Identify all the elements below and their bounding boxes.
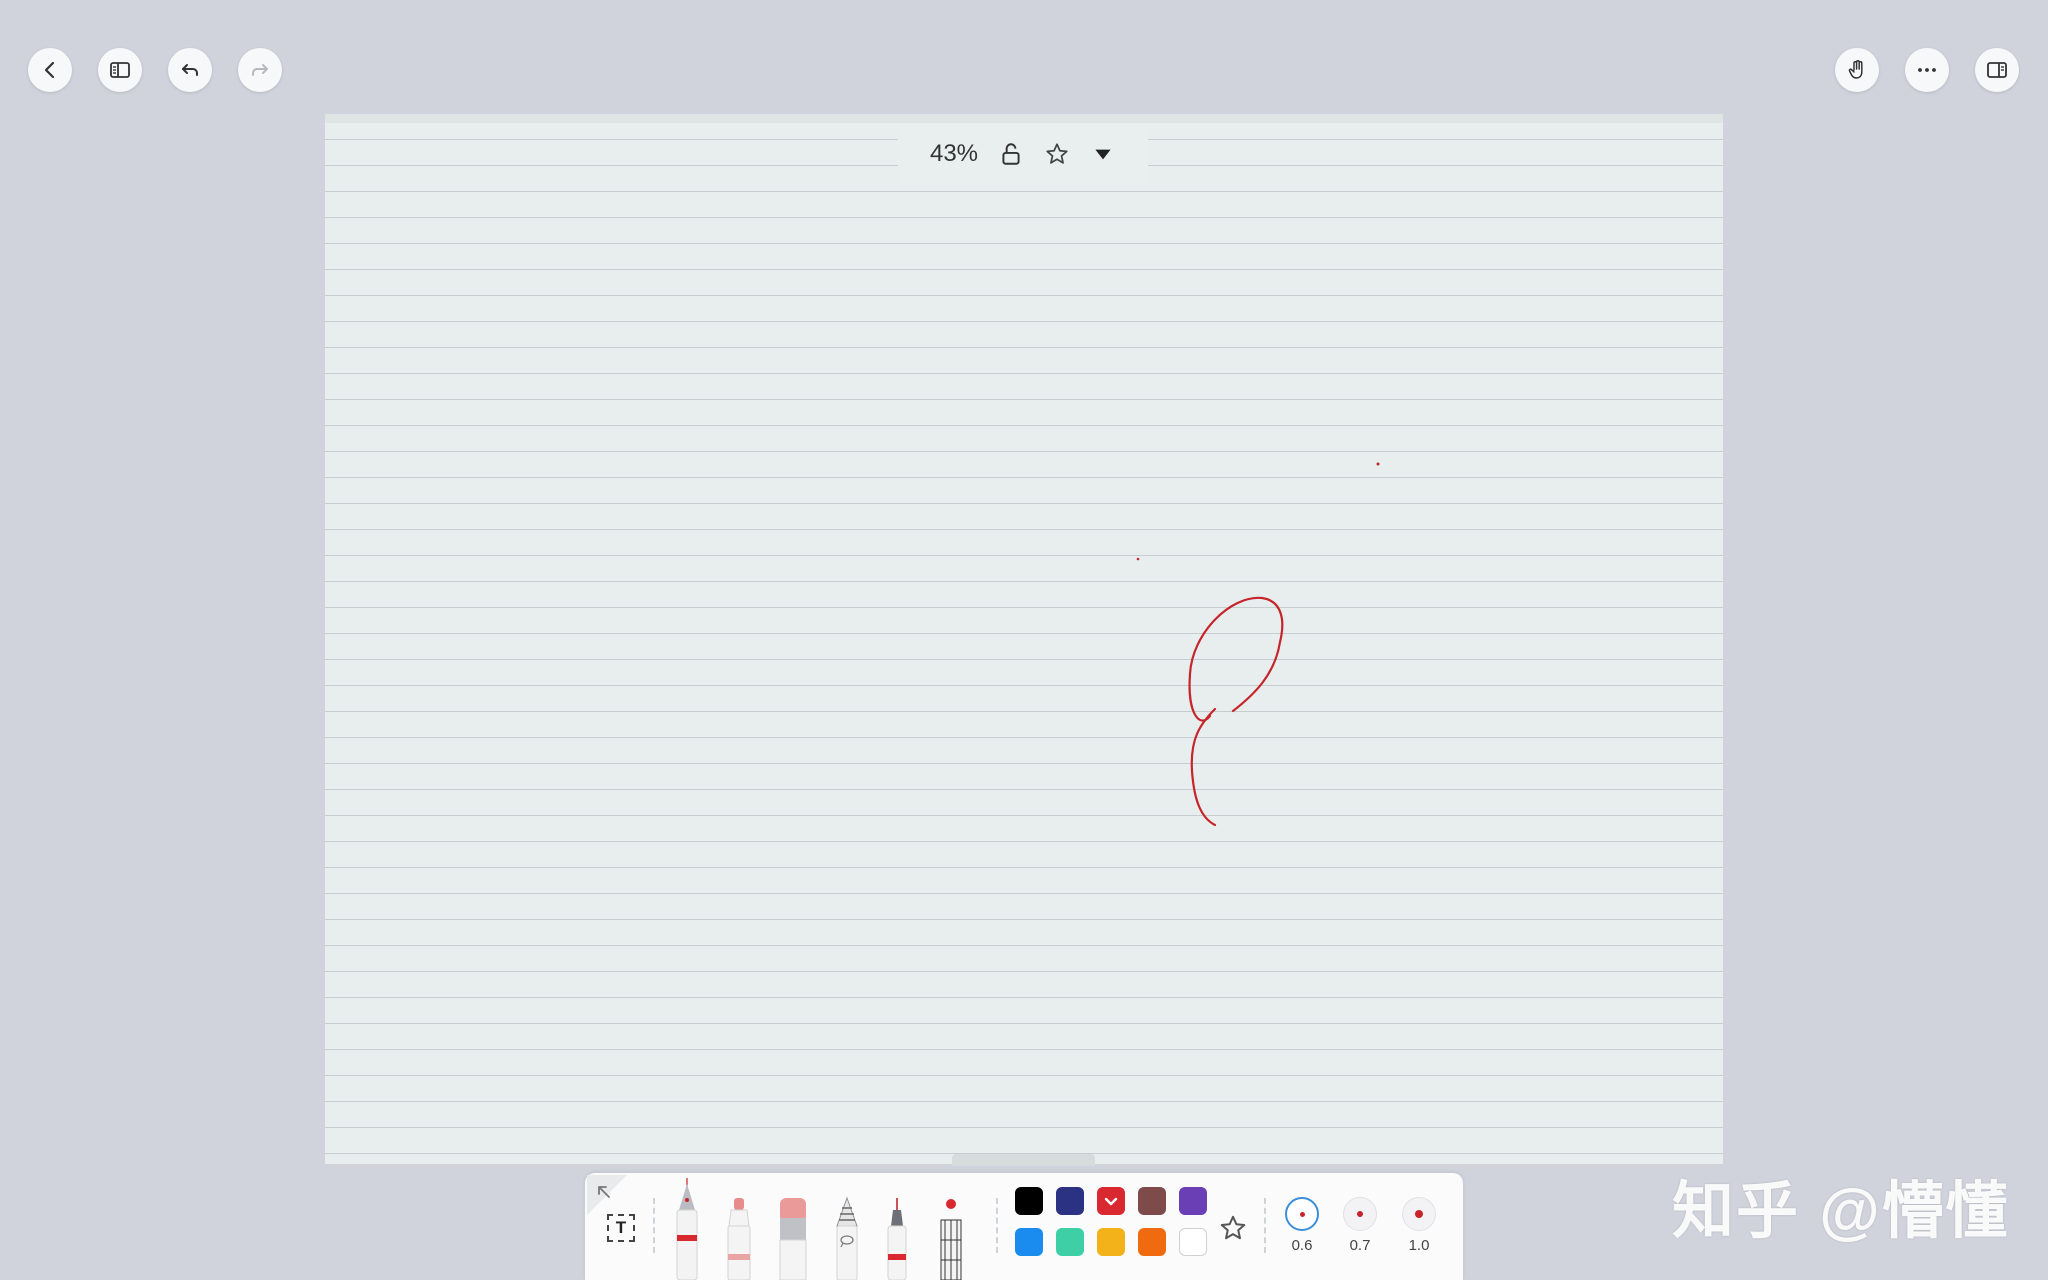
collapse-toolbar-icon[interactable] bbox=[587, 1175, 627, 1215]
more-button[interactable] bbox=[1905, 48, 1949, 92]
marker-tool[interactable] bbox=[723, 1196, 755, 1280]
note-canvas[interactable] bbox=[325, 114, 1723, 1166]
ink-dot bbox=[1136, 557, 1140, 561]
stroke-size-label: 0.7 bbox=[1349, 1237, 1371, 1254]
toolbar-divider bbox=[653, 1198, 655, 1253]
star-icon[interactable] bbox=[1044, 141, 1070, 167]
favorite-colors-star-icon[interactable] bbox=[1218, 1213, 1248, 1243]
right-panel-button[interactable] bbox=[1975, 48, 2019, 92]
color-swatch[interactable] bbox=[1015, 1187, 1043, 1215]
color-swatch[interactable] bbox=[1179, 1187, 1207, 1215]
undo-button[interactable] bbox=[168, 48, 212, 92]
stroke-size-option[interactable]: 1.0 bbox=[1399, 1197, 1439, 1254]
fountain-pen-tool[interactable] bbox=[671, 1176, 703, 1280]
color-swatch[interactable] bbox=[1015, 1228, 1043, 1256]
hand-tool-button[interactable] bbox=[1835, 48, 1879, 92]
hand-tool-icon bbox=[1848, 60, 1863, 79]
toolbar-divider bbox=[1264, 1198, 1266, 1253]
selected-check-icon bbox=[1097, 1187, 1125, 1215]
unlock-icon[interactable] bbox=[998, 141, 1024, 167]
toolbar-divider bbox=[996, 1198, 998, 1253]
color-swatch[interactable] bbox=[1097, 1187, 1125, 1215]
text-tool-label: T bbox=[615, 1218, 627, 1237]
notes-app: 43% T 0.6 0.7 1.0 知乎 @懵懂 bbox=[0, 0, 2048, 1280]
ruler-laser-tool[interactable] bbox=[935, 1196, 967, 1280]
color-swatch[interactable] bbox=[1097, 1228, 1125, 1256]
pencil-lasso-tool[interactable] bbox=[831, 1196, 863, 1280]
pen-toolbar: T 0.6 0.7 1.0 bbox=[585, 1173, 1463, 1280]
undo-icon bbox=[182, 64, 198, 76]
text-tool-button[interactable]: T bbox=[607, 1214, 635, 1242]
stroke-size-circle bbox=[1285, 1197, 1319, 1231]
back-button[interactable] bbox=[28, 48, 72, 92]
redo-button[interactable] bbox=[238, 48, 282, 92]
redo-icon bbox=[252, 64, 268, 76]
color-swatch[interactable] bbox=[1179, 1228, 1207, 1256]
stroke-size-option[interactable]: 0.6 bbox=[1282, 1197, 1322, 1254]
stroke-size-option[interactable]: 0.7 bbox=[1340, 1197, 1380, 1254]
stroke-size-circle bbox=[1402, 1197, 1436, 1231]
stroke-size-label: 0.6 bbox=[1291, 1237, 1313, 1254]
color-swatch[interactable] bbox=[1056, 1187, 1084, 1215]
page-scroll-handle[interactable] bbox=[952, 1154, 1095, 1166]
zoom-bar: 43% bbox=[898, 124, 1148, 184]
zoom-level[interactable]: 43% bbox=[930, 140, 978, 168]
stroke-size-circle bbox=[1343, 1197, 1377, 1231]
sidebar-toggle-icon bbox=[110, 62, 130, 78]
right-panel-icon bbox=[1987, 62, 2007, 78]
stroke-size-label: 1.0 bbox=[1408, 1237, 1430, 1254]
color-swatch[interactable] bbox=[1138, 1187, 1166, 1215]
color-swatch[interactable] bbox=[1056, 1228, 1084, 1256]
more-icon bbox=[1918, 68, 1936, 72]
ink-layer bbox=[1136, 462, 1380, 827]
dropdown-triangle-icon[interactable] bbox=[1090, 141, 1116, 167]
ballpoint-pen-tool[interactable] bbox=[881, 1196, 913, 1280]
back-icon bbox=[44, 61, 55, 79]
eraser-tool[interactable] bbox=[775, 1196, 811, 1280]
watermark: 知乎 @懵懂 bbox=[1672, 1177, 2010, 1246]
ink-dot bbox=[1376, 462, 1380, 466]
ink-stroke-loop bbox=[1188, 596, 1284, 827]
sidebar-toggle-button[interactable] bbox=[98, 48, 142, 92]
color-swatch[interactable] bbox=[1138, 1228, 1166, 1256]
